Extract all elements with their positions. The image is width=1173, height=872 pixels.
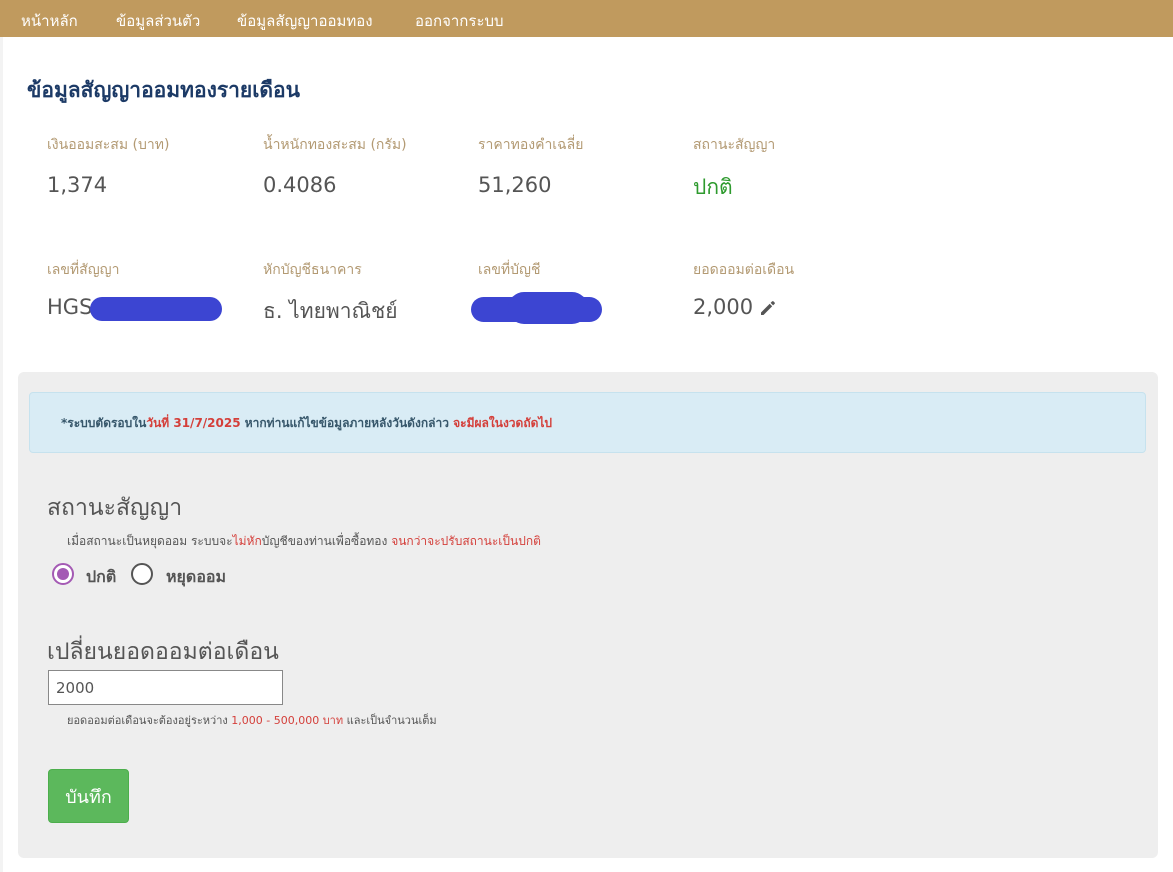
contract-no-value: HGS	[47, 295, 93, 319]
monthly-amount-hint: ยอดออมต่อเดือนจะต้องอยู่ระหว่าง 1,000 - …	[67, 711, 437, 729]
top-nav: หน้าหลัก ข้อมูลส่วนตัว ข้อมูลสัญญาออมทอง…	[0, 0, 1173, 37]
hint-range: 1,000 - 500,000 บาท	[231, 714, 344, 727]
nav-item-gold-savings-contract[interactable]: ข้อมูลสัญญาออมทอง	[237, 9, 373, 33]
nav-item-profile[interactable]: ข้อมูลส่วนตัว	[116, 9, 200, 33]
alert-text-effect: จะมีผลในงวดถัดไป	[453, 416, 553, 430]
bank-label: หักบัญชีธนาคาร	[263, 262, 362, 278]
contract-status-value: ปกติ	[693, 175, 733, 199]
alert-text-date: วันที่ 31/7/2025	[146, 416, 241, 430]
gold-weight-value: 0.4086	[263, 173, 337, 197]
monthly-amount-label: ยอดออมต่อเดือน	[693, 262, 795, 278]
save-button[interactable]: บันทึก	[48, 769, 129, 823]
redacted-contract-no	[90, 297, 222, 321]
account-no-label: เลขที่บัญชี	[478, 262, 541, 278]
monthly-section-title: เปลี่ยนยอดออมต่อเดือน	[47, 639, 279, 665]
alert-text-part1: *ระบบตัดรอบใน	[61, 416, 147, 430]
monthly-amount-input[interactable]	[48, 670, 283, 705]
status-note-no-deduct: ไม่หัก	[232, 534, 262, 548]
contract-no-label: เลขที่สัญญา	[47, 262, 120, 278]
gold-weight-label: น้ำหนักทองสะสม (กรัม)	[263, 137, 407, 153]
monthly-amount-value: 2,000	[693, 295, 754, 319]
page-title: ข้อมูลสัญญาออมทองรายเดือน	[27, 78, 301, 102]
avg-price-label: ราคาทองคำเฉลี่ย	[478, 137, 584, 153]
nav-item-home[interactable]: หน้าหลัก	[21, 9, 78, 33]
redacted-account-no-overlap	[508, 292, 588, 324]
status-section-title: สถานะสัญญา	[47, 495, 183, 521]
nav-item-logout[interactable]: ออกจากระบบ	[415, 9, 504, 33]
hint-part3: และเป็นจำนวนเต็ม	[343, 714, 437, 727]
contract-status-label: สถานะสัญญา	[693, 137, 776, 153]
status-section-note: เมื่อสถานะเป็นหยุดออม ระบบจะไม่หักบัญชีข…	[67, 532, 541, 551]
bank-value: ธ. ไทยพาณิชย์	[263, 299, 398, 323]
savings-value: 1,374	[47, 173, 108, 197]
cutoff-alert-text: *ระบบตัดรอบในวันที่ 31/7/2025 หากท่านแก้…	[61, 414, 552, 433]
status-radio-normal-label[interactable]: ปกติ	[86, 565, 116, 590]
avg-price-value: 51,260	[478, 173, 552, 197]
status-note-part3: บัญชีของท่านเพื่อซื้อทอง	[261, 534, 392, 548]
status-radio-normal[interactable]	[52, 563, 74, 585]
hint-part1: ยอดออมต่อเดือนจะต้องอยู่ระหว่าง	[67, 714, 232, 727]
status-note-until: จนกว่าจะปรับสถานะเป็นปกติ	[391, 534, 541, 548]
savings-label: เงินออมสะสม (บาท)	[47, 137, 170, 153]
status-note-part1: เมื่อสถานะเป็นหยุดออม ระบบจะ	[67, 534, 233, 548]
page-left-edge	[0, 37, 3, 872]
alert-text-part3: หากท่านแก้ไขข้อมูลภายหลังวันดังกล่าว	[240, 416, 454, 430]
status-radio-paused-label[interactable]: หยุดออม	[166, 565, 226, 590]
status-radio-paused[interactable]	[131, 563, 153, 585]
pencil-icon[interactable]	[758, 298, 778, 318]
